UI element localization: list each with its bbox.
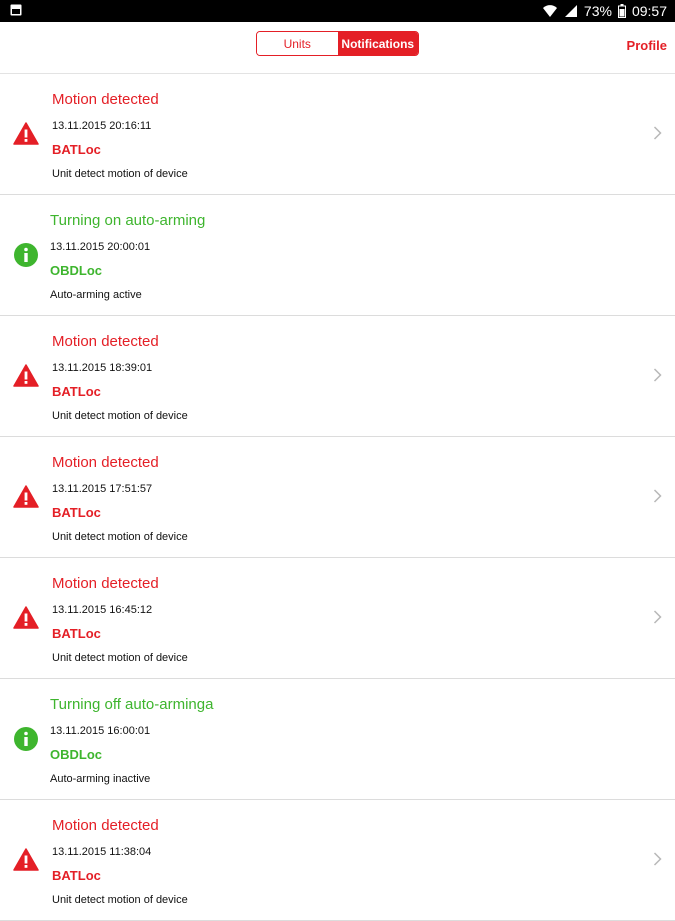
notification-title: Turning off auto-arminga <box>50 696 214 713</box>
notification-device: BATLoc <box>52 505 101 520</box>
clock: 09:57 <box>631 3 667 19</box>
chevron-right-icon <box>653 126 662 140</box>
notification-item[interactable]: Motion detected 13.11.2015 16:45:12 BATLoc… <box>0 558 675 679</box>
status-icons: 73% 09:57 <box>542 0 667 22</box>
chevron-right-icon <box>653 489 662 503</box>
warning-icon <box>13 363 39 389</box>
notification-description: Auto-arming active <box>50 289 142 301</box>
notification-device: BATLoc <box>52 142 101 157</box>
notification-time: 13.11.2015 17:51:57 <box>52 483 153 495</box>
warning-icon <box>13 605 39 631</box>
notification-time: 13.11.2015 20:00:01 <box>50 241 151 253</box>
notification-device: BATLoc <box>52 626 101 641</box>
notification-time: 13.11.2015 20:16:11 <box>52 120 152 132</box>
notification-device: OBDLoc <box>50 263 102 278</box>
warning-icon <box>13 484 39 510</box>
notification-item[interactable]: Turning on auto-arming 13.11.2015 20:00:0… <box>0 195 675 316</box>
info-icon <box>13 242 39 268</box>
notification-title: Turning on auto-arming <box>50 212 206 229</box>
signal-icon <box>564 5 577 17</box>
notification-time: 13.11.2015 11:38:04 <box>52 846 152 858</box>
tab-units[interactable]: Units <box>257 32 338 55</box>
notification-time: 13.11.2015 16:45:12 <box>52 604 153 616</box>
notification-description: Unit detect motion of device <box>52 531 188 543</box>
notification-list: Motion detected 13.11.2015 20:16:11 BATLoc… <box>0 74 675 921</box>
status-bar: 73% 09:57 <box>0 0 675 22</box>
notification-time: 13.11.2015 18:39:01 <box>52 362 153 374</box>
tab-notifications[interactable]: Notifications <box>337 32 418 55</box>
chevron-right-icon <box>653 368 662 382</box>
notification-item[interactable]: Motion detected 13.11.2015 17:51:57 BATLoc… <box>0 437 675 558</box>
info-icon <box>13 726 39 752</box>
notification-item[interactable]: Motion detected 13.11.2015 20:16:11 BATLoc… <box>0 74 675 195</box>
notification-device: OBDLoc <box>50 747 102 762</box>
notification-item[interactable]: Motion detected 13.11.2015 18:39:01 BATLoc… <box>0 316 675 437</box>
notification-description: Unit detect motion of device <box>52 410 188 422</box>
profile-button[interactable]: Profile <box>627 38 667 53</box>
notification-item[interactable]: Motion detected 13.11.2015 11:38:04 BATLoc… <box>0 800 675 921</box>
notification-description: Unit detect motion of device <box>52 652 188 664</box>
notification-title: Motion detected <box>52 575 159 592</box>
battery-icon <box>617 4 626 18</box>
notification-item[interactable]: Turning off auto-arminga 13.11.2015 16:00… <box>0 679 675 800</box>
chevron-right-icon <box>653 610 662 624</box>
warning-icon <box>13 847 39 873</box>
notification-description: Auto-arming inactive <box>50 773 151 785</box>
notification-title: Motion detected <box>52 91 159 108</box>
notification-title: Motion detected <box>52 333 159 350</box>
notification-description: Unit detect motion of device <box>52 168 188 180</box>
notification-title: Motion detected <box>52 454 159 471</box>
photo-icon <box>10 4 22 16</box>
chevron-right-icon <box>653 852 662 866</box>
warning-icon <box>13 121 39 147</box>
app-header: Units Notifications Profile <box>0 22 675 74</box>
notification-time: 13.11.2015 16:00:01 <box>50 725 151 737</box>
wifi-icon <box>542 5 557 17</box>
notification-description: Unit detect motion of device <box>52 894 188 906</box>
view-switcher: Units Notifications <box>256 31 419 56</box>
notification-title: Motion detected <box>52 817 159 834</box>
notification-device: BATLoc <box>52 384 101 399</box>
battery-percent: 73% <box>583 3 612 19</box>
notification-device: BATLoc <box>52 868 101 883</box>
